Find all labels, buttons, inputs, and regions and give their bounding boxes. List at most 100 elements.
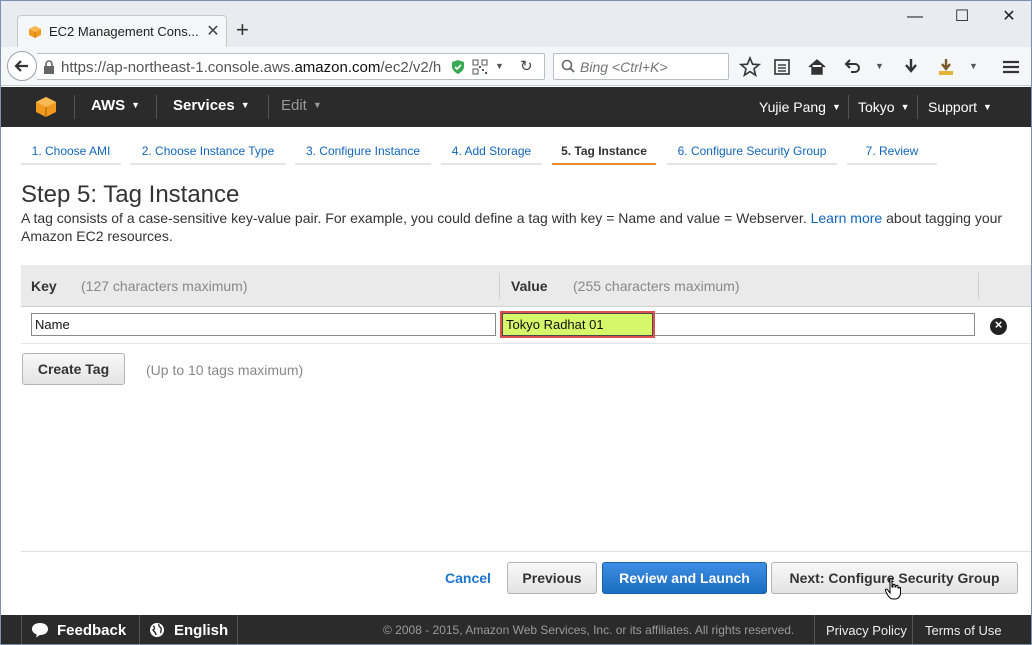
review-and-launch-button[interactable]: Review and Launch (602, 562, 767, 594)
create-tag-hint: (Up to 10 tags maximum) (146, 362, 304, 378)
user-menu-label: Yujie Pang (759, 99, 826, 115)
step-choose-instance-type[interactable]: 2. Choose Instance Type (130, 139, 286, 165)
region-menu[interactable]: Tokyo ▼ (858, 99, 910, 115)
step-configure-security-group[interactable]: 6. Configure Security Group (667, 139, 837, 165)
step-choose-ami[interactable]: 1. Choose AMI (21, 139, 121, 165)
column-divider (978, 273, 979, 299)
key-column-header: Key (31, 278, 57, 294)
extension-dropdown-icon[interactable]: ▼ (969, 61, 978, 71)
terms-of-use-link[interactable]: Terms of Use (925, 623, 1002, 638)
services-menu[interactable]: Services ▼ (173, 97, 250, 114)
chevron-down-icon: ▼ (983, 102, 992, 112)
reload-icon[interactable]: ↻ (520, 57, 533, 75)
qr-code-icon[interactable] (472, 59, 488, 75)
step-review[interactable]: 7. Review (847, 139, 937, 165)
speech-bubble-icon (32, 623, 48, 638)
aws-cube-logo-icon[interactable] (35, 96, 57, 118)
new-tab-icon[interactable]: + (236, 19, 249, 41)
hamburger-menu-icon[interactable] (1000, 56, 1022, 78)
history-dropdown-icon[interactable]: ▼ (875, 61, 884, 71)
chevron-down-icon: ▼ (131, 100, 141, 110)
tag-key-input[interactable] (31, 313, 496, 336)
hand-cursor-icon (885, 578, 901, 600)
search-input[interactable] (580, 57, 720, 76)
browser-titlebar: EC2 Management Cons... ✕ + — ☐ ✕ (1, 1, 1031, 47)
download-icon[interactable] (900, 56, 922, 78)
footer-divider (814, 615, 815, 644)
tag-value-input-tail (653, 313, 975, 336)
search-icon (561, 59, 575, 73)
extension-icon[interactable] (935, 56, 957, 78)
previous-button[interactable]: Previous (507, 562, 597, 594)
browser-navbar: https://ap-northeast-1.console.aws.amazo… (1, 47, 1031, 86)
footer-divider (912, 615, 913, 644)
remove-tag-button[interactable]: × (990, 317, 1007, 335)
close-tab-icon[interactable]: ✕ (205, 21, 221, 41)
aws-header: AWS ▼ Services ▼ Edit ▼ Yujie Pang ▼ Tokyo ▼ … (1, 87, 1031, 127)
support-menu-label: Support (928, 99, 978, 115)
browser-window: EC2 Management Cons... ✕ + — ☐ ✕ https:/… (0, 0, 1032, 645)
header-divider (156, 95, 157, 119)
bookmark-star-icon[interactable] (739, 56, 761, 78)
url-prefix: https://ap-northeast-1.console.aws. (61, 59, 295, 76)
console-footer: Feedback English © 2008 - 2015, Amazon W… (1, 615, 1031, 644)
globe-icon (150, 623, 164, 637)
region-menu-label: Tokyo (858, 99, 895, 115)
feedback-label: Feedback (57, 622, 127, 639)
header-divider (268, 95, 269, 119)
address-bar[interactable]: https://ap-northeast-1.console.aws.amazo… (37, 53, 545, 80)
aws-menu-label: AWS (91, 97, 126, 114)
tag-value-input[interactable] (502, 313, 653, 336)
lock-icon (44, 60, 54, 74)
chevron-down-icon: ▼ (831, 102, 841, 112)
step-configure-instance[interactable]: 3. Configure Instance (295, 139, 431, 165)
header-divider (848, 95, 849, 119)
feedback-button[interactable]: Feedback (31, 615, 127, 644)
cancel-button[interactable]: Cancel (445, 570, 491, 586)
chevron-down-icon: ▼ (240, 100, 250, 110)
table-row: × (21, 308, 1031, 344)
language-selector[interactable]: English (149, 615, 229, 644)
user-menu[interactable]: Yujie Pang ▼ (759, 99, 841, 115)
shield-check-icon[interactable] (450, 59, 466, 75)
chevron-down-icon: ▼ (312, 100, 322, 110)
language-label: English (174, 622, 229, 639)
reading-list-icon[interactable] (771, 56, 793, 78)
url-dropdown-icon[interactable]: ▼ (495, 61, 504, 71)
edit-menu-label: Edit (281, 97, 307, 114)
url-text: https://ap-northeast-1.console.aws.amazo… (61, 59, 447, 76)
search-bar[interactable] (553, 53, 729, 80)
key-column-hint: (127 characters maximum) (81, 278, 248, 294)
intro-text-start: A tag consists of a case-sensitive key-v… (21, 210, 807, 226)
close-window-icon[interactable]: ✕ (994, 5, 1024, 29)
value-column-header: Value (511, 278, 548, 294)
header-divider (74, 95, 75, 119)
home-icon[interactable] (806, 56, 828, 78)
privacy-policy-link[interactable]: Privacy Policy (826, 623, 907, 638)
column-divider (499, 273, 500, 299)
support-menu[interactable]: Support ▼ (928, 99, 992, 115)
url-suffix: /ec2/v2/h (380, 59, 442, 76)
aws-menu[interactable]: AWS ▼ (91, 97, 140, 114)
step-add-storage[interactable]: 4. Add Storage (441, 139, 542, 165)
intro-text: A tag consists of a case-sensitive key-v… (21, 209, 1011, 245)
step-tag-instance[interactable]: 5. Tag Instance (552, 139, 656, 165)
footer-divider (237, 615, 238, 644)
footer-divider (21, 615, 22, 644)
footer-divider (139, 615, 140, 644)
back-button[interactable] (7, 51, 37, 81)
browser-tab[interactable]: EC2 Management Cons... ✕ (17, 15, 227, 47)
wizard-steps: 1. Choose AMI 2. Choose Instance Type 3.… (21, 139, 1011, 165)
create-tag-button[interactable]: Create Tag (22, 353, 125, 385)
minimize-icon[interactable]: — (900, 5, 930, 29)
undo-icon[interactable] (841, 56, 863, 78)
close-icon: × (994, 317, 1003, 332)
learn-more-link[interactable]: Learn more (811, 210, 883, 226)
divider (21, 551, 1031, 552)
maximize-icon[interactable]: ☐ (947, 5, 977, 29)
edit-menu[interactable]: Edit ▼ (281, 97, 322, 114)
table-header: Key (127 characters maximum) Value (255 … (21, 265, 1031, 307)
url-domain: amazon.com (294, 59, 381, 76)
tab-title: EC2 Management Cons... (49, 24, 199, 39)
page-title: Step 5: Tag Instance (21, 181, 240, 208)
